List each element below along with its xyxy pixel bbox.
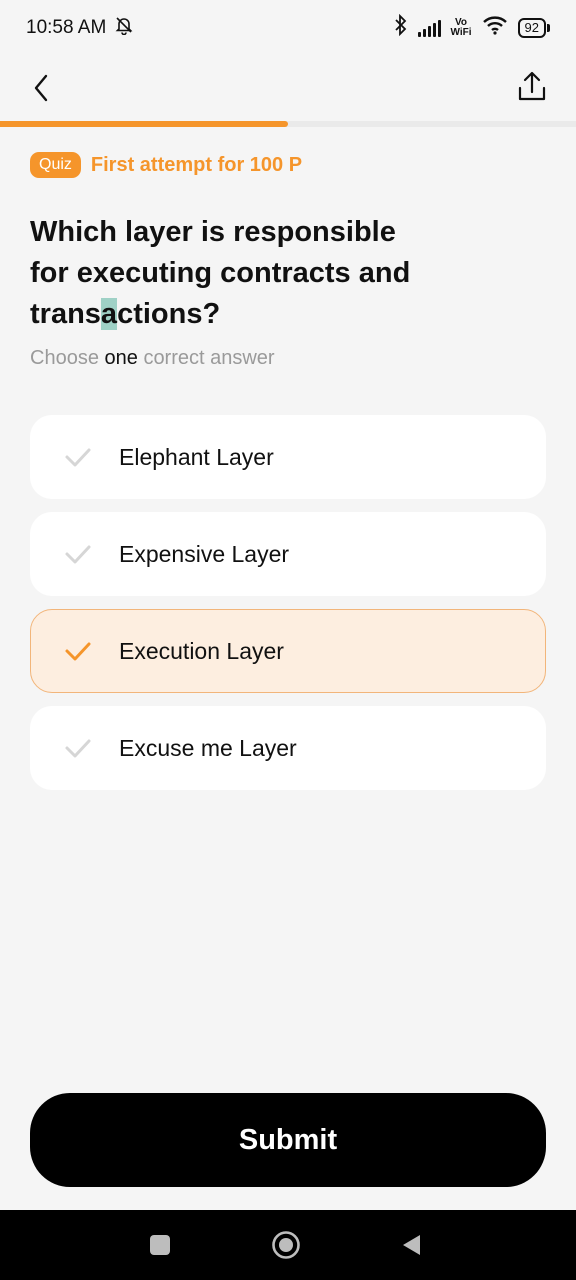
recents-button[interactable]	[150, 1235, 170, 1255]
share-button[interactable]	[512, 68, 552, 108]
answer-option[interactable]: Excuse me Layer	[30, 706, 546, 790]
top-nav	[0, 56, 576, 120]
battery-indicator: 92	[517, 18, 551, 38]
answer-option-label: Elephant Layer	[119, 443, 274, 470]
system-back-button[interactable]	[400, 1233, 422, 1257]
answer-option-label: Excuse me Layer	[119, 734, 297, 761]
status-bar: 10:58 AM Vo WiFi 92	[0, 0, 576, 56]
status-right: Vo WiFi 92	[394, 13, 551, 42]
checkmark-icon	[63, 733, 93, 763]
status-left: 10:58 AM	[26, 15, 134, 41]
submit-button[interactable]: Submit	[30, 1093, 546, 1187]
question-line-3-start: trans	[30, 298, 101, 330]
chevron-left-icon	[34, 74, 48, 102]
instruction-emphasis: one	[104, 347, 138, 369]
progress-bar	[0, 121, 576, 127]
text-cursor-highlight: a	[100, 298, 118, 330]
answer-option[interactable]: Expensive Layer	[30, 512, 546, 596]
checkmark-icon	[63, 636, 93, 666]
attempt-reward-text: First attempt for 100 P	[90, 153, 303, 176]
instruction-pre: Choose	[30, 347, 99, 369]
quiz-header: Quiz First attempt for 100 P	[30, 152, 302, 178]
bluetooth-icon	[394, 13, 408, 42]
status-time: 10:58 AM	[26, 17, 107, 38]
checkmark-icon	[63, 442, 93, 472]
question-line-2: for executing contracts and	[30, 257, 411, 289]
share-icon	[518, 71, 546, 101]
answer-option[interactable]: Execution Layer	[30, 609, 546, 693]
answer-option-label: Execution Layer	[119, 637, 284, 664]
question-text: Which layer is responsible for executing…	[30, 212, 470, 335]
question-line-3: transactions?	[30, 294, 470, 335]
progress-fill	[0, 121, 288, 127]
answer-option-label: Expensive Layer	[119, 540, 290, 567]
triangle-back-icon	[403, 1235, 420, 1255]
bell-muted-icon	[114, 15, 134, 41]
vowifi-label: Vo WiFi	[451, 18, 472, 38]
home-circle-icon	[272, 1231, 300, 1259]
system-nav-bar	[0, 1210, 576, 1280]
quiz-badge: Quiz	[30, 152, 81, 178]
home-button[interactable]	[271, 1230, 301, 1260]
answer-instruction: Choose one correct answer	[30, 347, 275, 370]
wifi-text: WiFi	[450, 27, 472, 38]
instruction-post: correct answer	[143, 347, 275, 369]
question-line-3-end: ctions?	[117, 298, 221, 330]
checkmark-icon	[63, 539, 93, 569]
back-button[interactable]	[24, 68, 64, 108]
wifi-icon	[482, 15, 508, 41]
signal-icon	[417, 19, 441, 37]
answer-option[interactable]: Elephant Layer	[30, 415, 546, 499]
question-line-1: Which layer is responsible	[30, 216, 396, 248]
